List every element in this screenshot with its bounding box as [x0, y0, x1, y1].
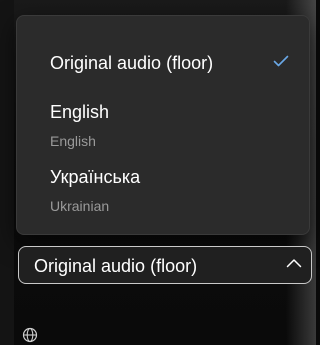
audio-language-dropdown[interactable]: Original audio (floor) — [18, 246, 312, 284]
menu-item-sublabel: English — [50, 133, 96, 149]
menu-item-label: English — [50, 102, 110, 122]
menu-item-label: Original audio (floor) — [50, 53, 214, 73]
checkmark-icon — [273, 55, 289, 67]
menu-item-ukrainian[interactable]: Українська Ukrainian — [17, 159, 309, 221]
menu-item-sublabel: Ukrainian — [50, 198, 110, 214]
dropdown-selected-value: Original audio (floor) — [34, 256, 198, 276]
left-panel-edge — [0, 0, 14, 345]
globe-icon[interactable] — [22, 327, 38, 343]
menu-item-original-audio[interactable]: Original audio (floor) — [17, 43, 309, 83]
audio-language-menu: Original audio (floor) English English У… — [16, 15, 310, 235]
chevron-up-icon — [286, 259, 302, 268]
menu-item-english[interactable]: English English — [17, 94, 309, 156]
menu-item-label: Українська — [50, 167, 141, 187]
